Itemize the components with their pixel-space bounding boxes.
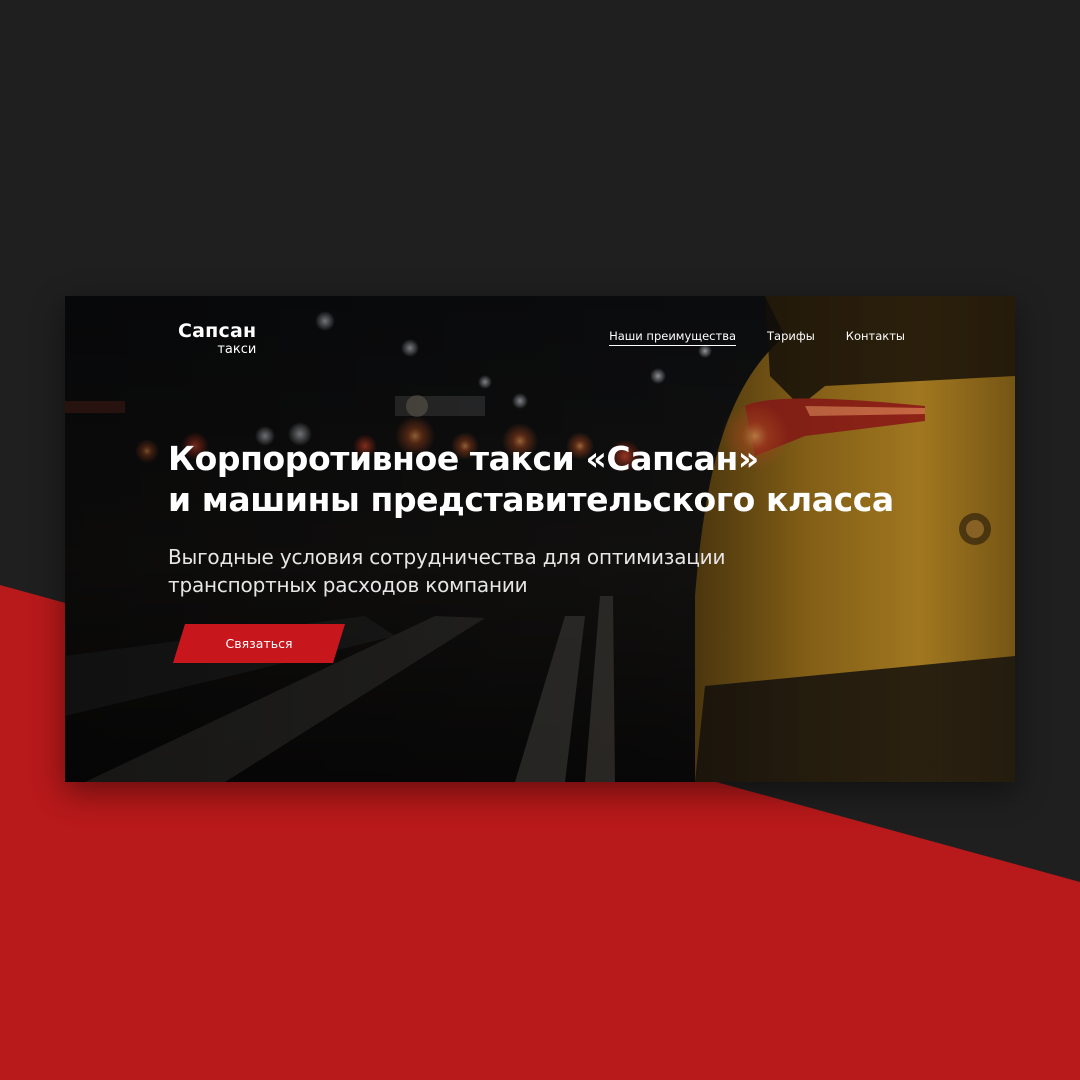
- headline-line-2: и машины представительского класса: [168, 480, 894, 519]
- website-hero-mockup: Сапсан такси Наши преимущества Тарифы Ко…: [65, 296, 1015, 782]
- nav-item-contacts[interactable]: Контакты: [846, 329, 905, 346]
- top-navigation: Сапсан такси Наши преимущества Тарифы Ко…: [65, 296, 1015, 376]
- site-logo[interactable]: Сапсан такси: [178, 320, 256, 357]
- presentation-backdrop: Сапсан такси Наши преимущества Тарифы Ко…: [0, 0, 1080, 1080]
- nav-item-advantages[interactable]: Наши преимущества: [609, 329, 737, 346]
- subheading-line-1: Выгодные условия сотрудничества для опти…: [168, 545, 726, 569]
- nav-item-tariffs[interactable]: Тарифы: [767, 329, 815, 346]
- hero-subheading: Выгодные условия сотрудничества для опти…: [168, 543, 808, 599]
- contact-button-label: Связаться: [225, 636, 293, 651]
- logo-subtitle: такси: [217, 342, 257, 357]
- contact-button[interactable]: Связаться: [173, 624, 345, 663]
- hero-headline: Корпоротивное такси «Сапсан» и машины пр…: [168, 438, 928, 520]
- logo-name: Сапсан: [178, 320, 257, 342]
- nav-menu: Наши преимущества Тарифы Контакты: [609, 329, 905, 346]
- subheading-line-2: транспортных расходов компании: [168, 573, 528, 597]
- headline-line-1: Корпоротивное такси «Сапсан»: [168, 439, 759, 478]
